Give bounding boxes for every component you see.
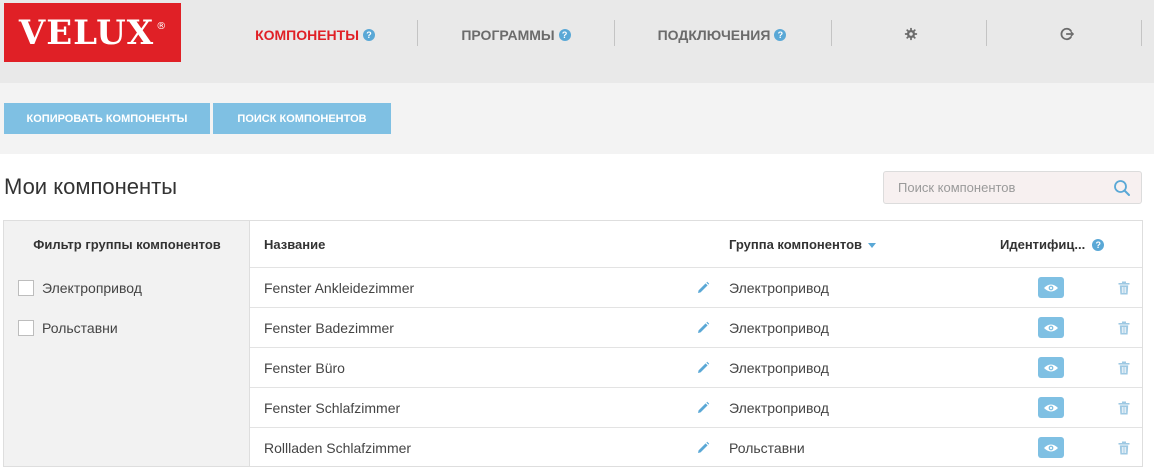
gear-icon[interactable] [904,27,918,41]
pencil-icon[interactable] [696,281,710,295]
column-header-ident[interactable]: Идентифиц... ? [1000,237,1105,252]
table-row: Fenster Büro Электропривод [250,347,1142,387]
logout-icon[interactable] [1060,27,1074,41]
component-group: Электропривод [729,400,829,416]
help-icon[interactable]: ? [558,29,571,41]
nav-divider [1141,20,1142,46]
nav-divider [986,20,987,46]
pencil-icon[interactable] [696,401,710,415]
sort-down-icon [868,243,876,248]
pencil-icon[interactable] [696,321,710,335]
velux-logo[interactable]: VELUX ® [4,3,181,62]
nav-divider [831,20,832,46]
nav-tab-connections-label: ПОДКЛЮЧЕНИЯ [657,27,771,43]
component-name: Fenster Ankleidezimmer [264,280,415,296]
help-icon[interactable]: ? [362,29,375,41]
pencil-icon[interactable] [696,361,710,375]
filter-title: Фильтр группы компонентов [33,237,221,252]
filter-checkbox[interactable] [18,280,34,296]
nav-tab-components[interactable]: КОМПОНЕНТЫ ? [236,0,394,70]
column-header-ident-label: Идентифиц... [1000,237,1086,252]
search-box [883,171,1142,204]
help-icon[interactable]: ? [1092,238,1105,251]
nav-tab-components-label: КОМПОНЕНТЫ [255,27,359,43]
page-title: Мои компоненты [4,174,178,199]
component-group: Рольставни [729,440,805,456]
nav-divider [417,20,418,46]
search-input[interactable] [884,172,1104,203]
eye-icon [1044,324,1058,331]
component-name: Rollladen Schlafzimmer [264,440,412,456]
trash-icon[interactable] [1118,361,1130,375]
table-row: Fenster Schlafzimmer Электропривод [250,387,1142,427]
filter-option-label: Электропривод [42,280,142,296]
nav-divider [614,20,615,46]
help-icon[interactable]: ? [774,29,787,41]
action-toolbar: КОПИРОВАТЬ КОМПОНЕНТЫ ПОИСК КОМПОНЕНТОВ [0,83,1154,154]
filter-option-shutters[interactable]: Рольставни [18,319,118,337]
components-table: Название Группа компонентов Идентифиц...… [249,220,1143,467]
nav-tab-programs-label: ПРОГРАММЫ [461,27,555,43]
eye-icon [1044,364,1058,371]
nav-tab-programs[interactable]: ПРОГРАММЫ ? [440,0,592,70]
table-row: Fenster Badezimmer Электропривод [250,307,1142,347]
identify-button[interactable] [1038,317,1064,338]
component-group: Электропривод [729,360,829,376]
logo-text: VELUX [18,12,155,53]
component-group: Электропривод [729,320,829,336]
table-row: Rollladen Schlafzimmer Рольставни [250,427,1142,467]
trash-icon[interactable] [1118,321,1130,335]
table-row: Fenster Ankleidezimmer Электропривод [250,267,1142,307]
trash-icon[interactable] [1118,401,1130,415]
search-icon[interactable] [1113,179,1131,197]
identify-button[interactable] [1038,437,1064,458]
component-name: Fenster Schlafzimmer [264,400,401,416]
trash-icon[interactable] [1118,281,1130,295]
filter-checkbox[interactable] [18,320,34,336]
column-header-group[interactable]: Группа компонентов [729,237,876,252]
filter-option-electric[interactable]: Электропривод [18,279,142,297]
eye-icon [1044,404,1058,411]
group-filter-panel: Фильтр группы компонентов Электропривод … [3,220,249,467]
identify-button[interactable] [1038,357,1064,378]
nav-tab-connections[interactable]: ПОДКЛЮЧЕНИЯ ? [636,0,808,70]
logo-registered-mark: ® [156,21,167,32]
component-name: Fenster Badezimmer [264,320,394,336]
trash-icon[interactable] [1118,441,1130,455]
column-header-name[interactable]: Название [264,237,325,252]
component-name: Fenster Büro [264,360,345,376]
find-components-button[interactable]: ПОИСК КОМПОНЕНТОВ [213,103,391,134]
eye-icon [1044,444,1058,451]
pencil-icon[interactable] [696,441,710,455]
filter-option-label: Рольставни [42,320,118,336]
identify-button[interactable] [1038,397,1064,418]
app-header: VELUX ® КОМПОНЕНТЫ ? ПРОГРАММЫ ? ПОДКЛЮЧ… [0,0,1154,83]
column-header-group-label: Группа компонентов [729,237,862,252]
identify-button[interactable] [1038,277,1064,298]
copy-components-button[interactable]: КОПИРОВАТЬ КОМПОНЕНТЫ [4,103,210,134]
column-header-name-label: Название [264,237,326,252]
eye-icon [1044,284,1058,291]
component-group: Электропривод [729,280,829,296]
